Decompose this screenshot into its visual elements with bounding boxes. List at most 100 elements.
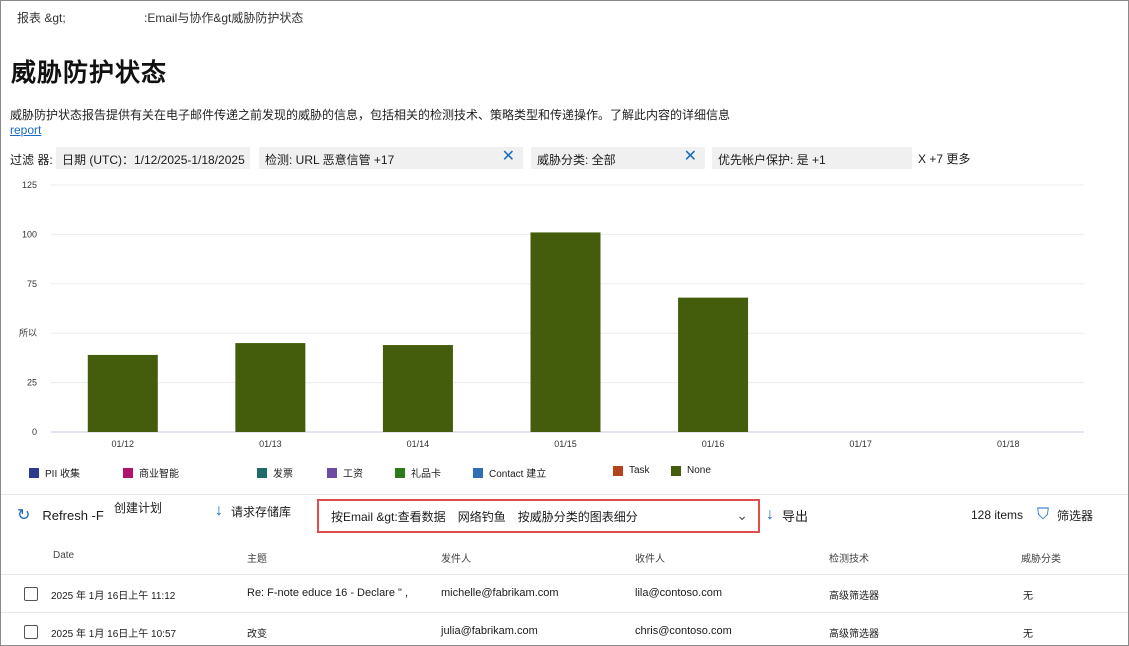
cell-category: 无 — [1023, 591, 1033, 602]
legend-item[interactable]: PII 收集 — [29, 465, 80, 480]
column-header-date[interactable]: Date — [53, 550, 74, 561]
chart-svg: 0 25 所以 75 100 125 01/12 01/13 01/14 01/15 01/16 01… — [19, 180, 1084, 449]
priority-filter-text: 优先帐户保护: 是 +1 — [718, 153, 826, 167]
legend-label: 工资 — [343, 469, 363, 480]
x-tick-label: 01/17 — [849, 439, 872, 449]
download-icon: ↓ — [766, 506, 774, 523]
export-label: 导出 — [782, 508, 809, 524]
legend-item[interactable]: None — [671, 465, 711, 476]
cell-detection: 高级筛选器 — [829, 629, 879, 640]
filter-bar: 过滤 器: 日期 (UTC)：1/12/2025-1/18/2025 检测: U… — [10, 147, 1110, 169]
item-count: 128 items — [971, 497, 1023, 533]
bar-01/15 — [530, 232, 601, 432]
page-description: 威胁防护状态报告提供有关在电子邮件传递之前发现的威胁的信息，包括相关的检测技术、… — [10, 108, 731, 122]
priority-filter-chip[interactable]: 优先帐户保护: 是 +1 — [712, 147, 912, 169]
cell-sender: julia@fabrikam.com — [441, 625, 538, 637]
cell-subject: Re: F-note educe 16 - Declare " , — [247, 587, 409, 599]
bar-01/16 — [678, 297, 749, 432]
legend-label: Contact 建立 — [489, 469, 547, 480]
legend-swatch — [473, 467, 483, 478]
column-header-category[interactable]: 威胁分类 — [1021, 550, 1061, 565]
x-tick-label: 01/15 — [554, 439, 577, 449]
dropdown-view-by: 按Email &gt:查看数据 — [331, 509, 446, 524]
filter-label: 过滤 器: — [10, 153, 53, 167]
x-tick-label: 01/13 — [259, 439, 282, 449]
bar-01/13 — [235, 343, 306, 432]
column-header-recipient[interactable]: 收件人 — [635, 550, 665, 565]
breadcrumb-current: :Email与协作&gt威胁防护状态 — [144, 11, 304, 25]
y-tick-label: 100 — [22, 229, 37, 239]
y-tick-label: 25 — [27, 378, 37, 388]
download-icon: ↓ — [215, 502, 223, 519]
request-report-button[interactable]: ↓ 请求存储库 — [215, 493, 291, 529]
cell-recipient: lila@contoso.com — [635, 587, 722, 599]
breadcrumb-reports[interactable]: 报表 &gt; — [17, 11, 66, 25]
legend-swatch — [29, 467, 39, 478]
learn-more-link[interactable]: report — [10, 123, 41, 137]
y-tick-label: 0 — [32, 427, 37, 437]
category-filter-text: 威胁分类: 全部 — [537, 153, 616, 167]
cell-sender: michelle@fabrikam.com — [441, 587, 559, 599]
legend-label: 发票 — [273, 469, 293, 480]
table-row[interactable]: 2025 年 1月 16日上午 11:12 Re: F-note educe 1… — [1, 575, 1128, 613]
report-page: 报表 &gt; :Email与协作&gt威胁防护状态 威胁防护状态 威胁防护状态… — [0, 0, 1129, 646]
filter-icon: ⛉ — [1037, 506, 1050, 523]
divider — [1, 494, 1128, 495]
page-title: 威胁防护状态 — [11, 59, 168, 87]
cell-recipient: chris@contoso.com — [635, 625, 732, 637]
x-tick-label: 01/18 — [997, 439, 1020, 449]
legend-item[interactable]: Task — [613, 465, 650, 476]
legend-label: None — [687, 465, 711, 476]
legend-item[interactable]: 礼品卡 — [395, 465, 441, 480]
x-tick-label: 01/16 — [702, 439, 725, 449]
table-header: Date 主题 发件人 收件人 检测技术 威胁分类 — [1, 539, 1128, 575]
refresh-label: Refresh -F — [42, 507, 104, 523]
legend-item[interactable]: Contact 建立 — [473, 465, 546, 480]
column-header-subject[interactable]: 主题 — [247, 550, 267, 565]
legend-label: 礼品卡 — [411, 469, 441, 480]
x-tick-label: 01/12 — [112, 439, 135, 449]
close-icon[interactable]: ✕ — [502, 149, 515, 165]
legend-swatch — [613, 465, 623, 476]
date-filter-text: 日期 (UTC)：1/12/2025-1/18/2025 — [62, 153, 245, 167]
date-filter-chip[interactable]: 日期 (UTC)：1/12/2025-1/18/2025 — [56, 147, 250, 169]
close-icon[interactable]: ✕ — [684, 149, 697, 165]
row-checkbox[interactable] — [24, 625, 38, 639]
bar-01/14 — [382, 345, 453, 432]
legend-item[interactable]: 工资 — [327, 465, 363, 480]
row-checkbox[interactable] — [24, 587, 38, 601]
legend-label: PII 收集 — [45, 469, 81, 480]
create-schedule-button[interactable]: 创建计划 — [114, 489, 162, 525]
table-row[interactable]: 2025 年 1月 16日上午 10:57 改变 julia@fabrikam.… — [1, 613, 1128, 645]
column-header-sender[interactable]: 发件人 — [441, 550, 471, 565]
refresh-button[interactable]: ↻ Refresh -F — [17, 497, 104, 533]
legend-swatch — [395, 467, 405, 478]
legend-item[interactable]: 发票 — [257, 465, 293, 480]
detection-filter-chip[interactable]: 检测: URL 恶意信管 +17 ✕ — [259, 147, 523, 169]
legend-label: Task — [629, 465, 650, 476]
legend-item[interactable]: 商业智能 — [123, 465, 179, 480]
filter-button[interactable]: ⛉ 筛选器 — [1037, 497, 1093, 533]
legend-swatch — [671, 465, 681, 476]
cell-subject: 改变 — [247, 629, 267, 640]
column-header-detection[interactable]: 检测技术 — [829, 550, 869, 565]
cell-detection: 高级筛选器 — [829, 591, 879, 602]
legend-swatch — [257, 467, 267, 478]
filter-label: 筛选器 — [1057, 508, 1094, 523]
more-filters-link[interactable]: X +7 更多 — [918, 150, 970, 167]
item-count-label: 128 items — [971, 508, 1024, 522]
cell-date: 2025 年 1月 16日上午 10:57 — [51, 629, 177, 640]
chevron-down-icon: ⌄ — [736, 507, 748, 523]
export-button[interactable]: ↓ 导出 — [766, 497, 808, 533]
toolbar: ↻ Refresh -F 创建计划 ↓ 请求存储库 按Email &gt:查看数… — [1, 497, 1128, 533]
chart-legend: PII 收集 商业智能 发票 工资 礼品卡 Contact 建立 Task No… — [1, 465, 1128, 483]
legend-swatch — [123, 467, 133, 478]
view-data-dropdown[interactable]: 按Email &gt:查看数据 网络钓鱼 按威胁分类的图表细分 ⌄ — [317, 499, 760, 533]
category-filter-chip[interactable]: 威胁分类: 全部 ✕ — [531, 147, 705, 169]
detection-filter-text: 检测: URL 恶意信管 +17 — [265, 153, 395, 167]
cell-category: 无 — [1023, 629, 1033, 640]
dropdown-breakdown: 按威胁分类的图表细分 — [517, 509, 638, 524]
request-report-label: 请求存储库 — [231, 504, 292, 519]
x-tick-label: 01/14 — [407, 439, 430, 449]
bar-01/12 — [87, 354, 158, 432]
